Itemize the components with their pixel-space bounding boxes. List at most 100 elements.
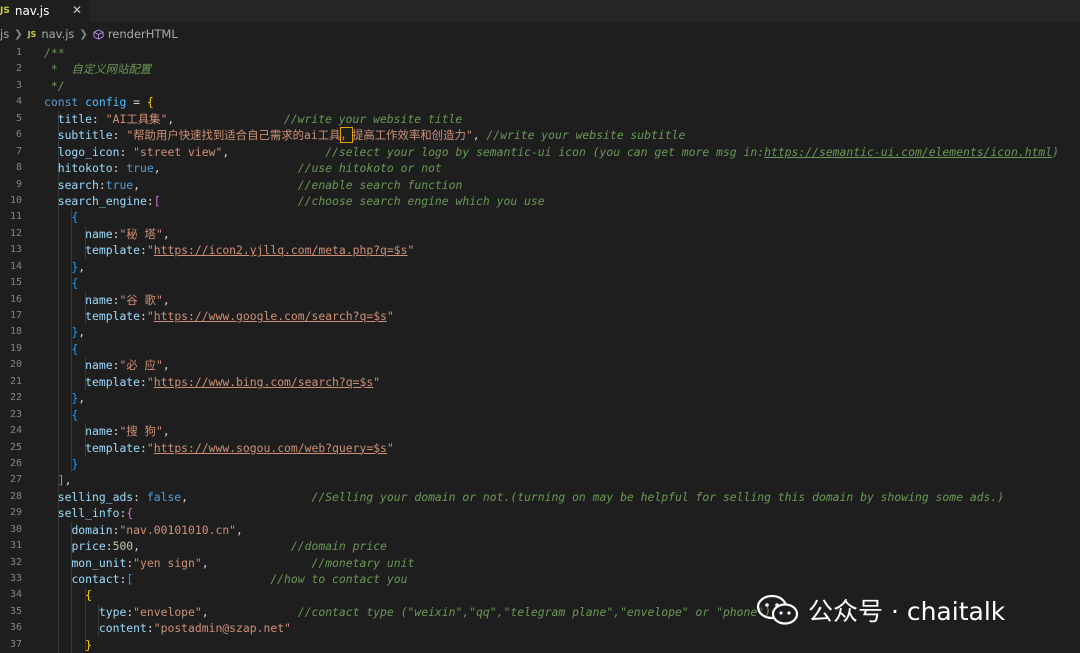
code-editor[interactable]: 1/** 2 * 自定义网站配置 3 */4 const config = {5 ti…: [0, 45, 1080, 653]
code-comment: //use hitokoto or not: [297, 161, 442, 176]
code-content: ],: [44, 472, 72, 488]
code-line[interactable]: 10 search_engine:[ //choose search engin…: [0, 192, 1080, 210]
code-content: /**: [44, 45, 65, 61]
code-line[interactable]: 6 subtitle: "帮助用户快速找到适合自己需求的ai工具，提高工作效率和…: [0, 127, 1080, 144]
code-line[interactable]: 12 name:"秘 塔",: [0, 225, 1080, 243]
code-content: search_engine:[ //choose search engine w…: [44, 193, 545, 209]
code-text: :: [140, 440, 147, 455]
chevron-right-icon: ❯: [79, 28, 88, 40]
code-property: hitokoto: [57, 161, 113, 176]
code-line[interactable]: 32 mon_unit:"yen sign", //monetary unit: [0, 554, 1080, 571]
line-number: 37: [9, 638, 22, 650]
tab-nav-js[interactable]: JS nav.js ✕: [0, 0, 90, 22]
code-content: name:"必 应",: [44, 357, 170, 373]
code-content: name:"搜 狗",: [44, 423, 170, 439]
code-string: ": [146, 374, 154, 389]
code-string: "秘 塔": [119, 226, 163, 241]
code-text: ,: [472, 128, 487, 143]
code-comment: //choose search engine which you use: [297, 193, 545, 208]
code-line[interactable]: 19 {: [0, 340, 1080, 358]
code-comment: //how to contact you: [270, 572, 408, 586]
breadcrumb-folder[interactable]: js: [0, 27, 9, 41]
code-line[interactable]: 29 sell_info:{: [0, 505, 1080, 522]
code-line[interactable]: 5 title: "AI工具集", //write your website t…: [0, 110, 1080, 128]
code-line[interactable]: 16 name:"谷 歌",: [0, 291, 1080, 308]
line-number: 26: [9, 457, 22, 469]
watermark: 公众号 · chaitalk: [756, 592, 1005, 628]
line-number: 14: [9, 260, 22, 272]
code-line[interactable]: 11 {: [0, 209, 1080, 226]
close-icon[interactable]: ✕: [72, 3, 82, 17]
code-line[interactable]: 21 template:"https://www.bing.com/search…: [0, 373, 1080, 391]
breadcrumb-symbol[interactable]: renderHTML: [108, 27, 178, 41]
code-line[interactable]: 30 domain:"nav.00101010.cn",: [0, 521, 1080, 539]
code-line[interactable]: 20 name:"必 应",: [0, 357, 1080, 374]
code-bracket: }: [85, 637, 93, 652]
code-content: selling_ads: false, //Selling your domai…: [44, 489, 1004, 505]
line-number: 5: [15, 112, 22, 124]
code-property: selling_ads: [57, 489, 134, 504]
code-comment: /**: [44, 46, 65, 60]
code-bracket: {: [126, 506, 134, 521]
code-line[interactable]: 7 logo_icon: "street view", //select you…: [0, 143, 1080, 161]
code-line[interactable]: 31 price:500, //domain price: [0, 538, 1080, 555]
code-link[interactable]: https://www.sogou.com/web?query=$s: [154, 441, 387, 455]
code-line[interactable]: 4 const config = {: [0, 94, 1080, 110]
code-line[interactable]: 17 template:"https://www.google.com/sear…: [0, 308, 1080, 325]
line-number: 33: [9, 573, 22, 584]
code-line[interactable]: 3 */: [0, 78, 1080, 94]
code-line[interactable]: 24 name:"搜 狗",: [0, 423, 1080, 440]
code-bracket: {: [71, 210, 79, 225]
code-line[interactable]: 18 },: [0, 324, 1080, 341]
line-number: 6: [15, 129, 22, 141]
code-link[interactable]: https://semantic-ui.com/elements/icon.ht…: [764, 145, 1052, 159]
breadcrumb-file[interactable]: nav.js: [41, 27, 74, 41]
code-content: {: [44, 275, 78, 291]
code-line[interactable]: 26 }: [0, 455, 1080, 473]
code-link[interactable]: https://icon2.yjllq.com/meta.php?q=$s: [154, 243, 408, 257]
code-line[interactable]: 9 search:true, //enable search function: [0, 176, 1080, 193]
line-number: 4: [15, 96, 22, 108]
code-content: template:"https://www.google.com/search?…: [44, 308, 394, 324]
line-number: 18: [9, 326, 22, 338]
code-property: name: [85, 226, 113, 241]
code-comment: //monetary unit: [311, 555, 415, 570]
code-line[interactable]: 8 hitokoto: true, //use hitokoto or not: [0, 160, 1080, 177]
code-text: ,: [133, 539, 291, 554]
code-property: title: [57, 111, 93, 126]
code-variable: config: [85, 95, 127, 110]
method-cube-icon: [93, 28, 104, 40]
code-line[interactable]: 37 }: [0, 636, 1080, 653]
code-line[interactable]: 28 selling_ads: false, //Selling your do…: [0, 488, 1080, 506]
code-line[interactable]: 14 },: [0, 258, 1080, 276]
code-link[interactable]: https://www.bing.com/search?q=$s: [154, 375, 373, 389]
code-content: contact:[ //how to contact you: [44, 571, 407, 587]
code-link[interactable]: https://www.google.com/search?q=$s: [154, 309, 387, 323]
code-content: }: [44, 456, 78, 472]
code-line[interactable]: 15 {: [0, 275, 1080, 292]
code-property: name: [85, 424, 113, 439]
code-line[interactable]: 23 {: [0, 406, 1080, 424]
code-property: name: [85, 358, 113, 373]
code-line[interactable]: 27 ],: [0, 472, 1080, 489]
code-string: ": [386, 309, 394, 323]
code-line[interactable]: 1 /**: [0, 45, 1080, 61]
code-string: ": [373, 374, 381, 389]
code-text: ,: [153, 161, 298, 176]
line-number: 15: [9, 277, 22, 289]
code-content: sell_info:{: [44, 505, 133, 521]
code-text: ,: [201, 555, 312, 570]
code-line[interactable]: 22 },: [0, 390, 1080, 407]
line-number: 27: [9, 474, 22, 486]
code-line[interactable]: 2 * 自定义网站配置: [0, 61, 1080, 77]
code-line[interactable]: 25 template:"https://www.sogou.com/web?q…: [0, 439, 1080, 456]
code-text: ,: [162, 226, 170, 241]
code-line[interactable]: 33 contact:[ //how to contact you: [0, 571, 1080, 588]
code-line[interactable]: 13 template:"https://icon2.yjllq.com/met…: [0, 242, 1080, 259]
